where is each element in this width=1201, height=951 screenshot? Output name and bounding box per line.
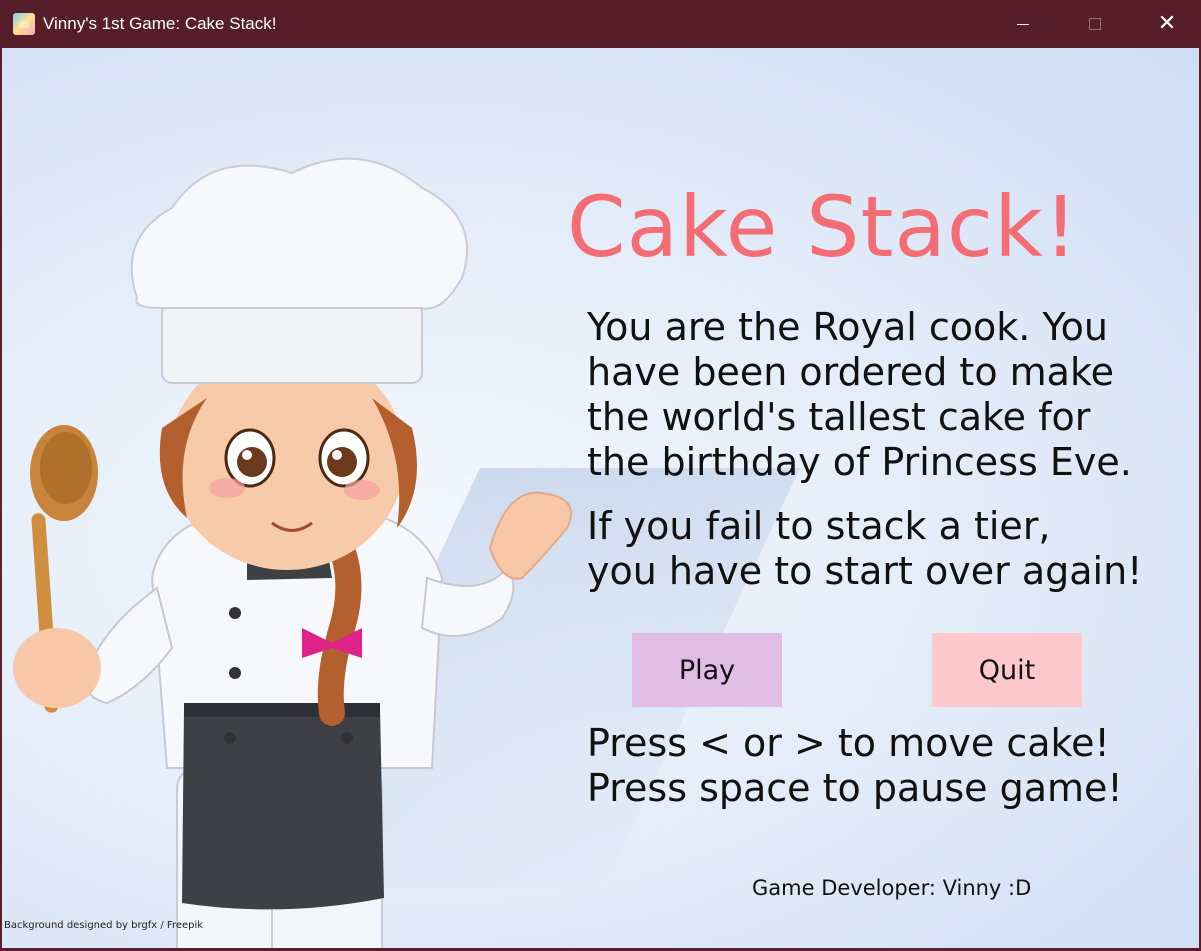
story-text: You are the Royal cook. You have been or… — [587, 305, 1132, 485]
title-bar[interactable]: Vinny's 1st Game: Cake Stack! ✕ — [0, 0, 1201, 48]
maximize-button[interactable] — [1060, 0, 1130, 48]
warning-line: you have to start over again! — [587, 549, 1143, 593]
minimize-icon — [1017, 23, 1029, 25]
maximize-icon — [1089, 18, 1101, 30]
window-title: Vinny's 1st Game: Cake Stack! — [43, 14, 277, 33]
close-button[interactable]: ✕ — [1132, 0, 1201, 48]
game-window: Vinny's 1st Game: Cake Stack! ✕ Cake Sta… — [0, 0, 1201, 951]
controls-line: Press < or > to move cake! — [587, 721, 1110, 765]
story-line: You are the Royal cook. You — [587, 305, 1108, 349]
story-line: the world's tallest cake for — [587, 395, 1091, 439]
game-title: Cake Stack! — [567, 178, 1079, 276]
warning-text: If you fail to stack a tier, you have to… — [587, 504, 1142, 594]
cake-icon — [13, 13, 35, 35]
story-line: the birthday of Princess Eve. — [587, 440, 1132, 484]
background-credit: Background designed by brgfx / Freepik — [4, 920, 204, 931]
game-canvas: Cake Stack! You are the Royal cook. You … — [2, 48, 1199, 948]
developer-credit: Game Developer: Vinny :D — [752, 876, 1032, 900]
minimize-button[interactable] — [988, 0, 1058, 48]
quit-button[interactable]: Quit — [932, 633, 1082, 707]
controls-line: Press space to pause game! — [587, 766, 1123, 810]
play-button[interactable]: Play — [632, 633, 782, 707]
controls-text: Press < or > to move cake! Press space t… — [587, 721, 1123, 811]
close-icon: ✕ — [1157, 11, 1177, 36]
chef-illustration — [13, 157, 573, 948]
story-line: have been ordered to make — [587, 350, 1114, 394]
warning-line: If you fail to stack a tier, — [587, 504, 1051, 548]
